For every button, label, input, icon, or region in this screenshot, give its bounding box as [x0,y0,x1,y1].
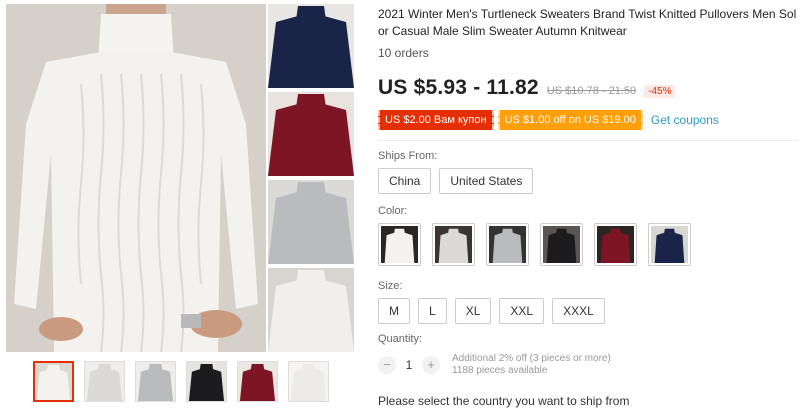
quantity-plus-button[interactable]: + [422,356,440,374]
sweater-thumb-icon [238,362,277,401]
coupon-row: US $2.00 Вам купон US $1.00 off on US $1… [378,110,796,130]
sweater-navy-icon [268,4,354,88]
side-image-navy[interactable] [268,4,354,88]
thumbnail-white[interactable] [33,361,74,402]
current-price: US $5.93 - 11.82 [378,76,539,99]
thumbnail-burgundy[interactable] [237,361,278,402]
thumbnail-strip [33,361,329,402]
color-label: Color: [378,205,408,217]
quantity-section: Quantity: − 1 + Additional 2% off (3 pie… [378,333,611,377]
side-image-column [268,4,354,356]
thumbnail-cream[interactable] [288,361,329,402]
size-option-m[interactable]: M [378,298,410,324]
side-image-burgundy[interactable] [268,92,354,176]
thumbnail-black[interactable] [186,361,227,402]
color-swatch-light-gray[interactable] [432,223,475,266]
quantity-input[interactable]: 1 [396,358,422,372]
product-info-panel: 2021 Winter Men's Turtleneck Sweaters Br… [378,6,796,130]
sweater-white-icon [268,268,354,352]
turtleneck-sweater-image [6,4,266,352]
main-product-image[interactable] [6,4,266,352]
product-title-line1: 2021 Winter Men's Turtleneck Sweaters Br… [378,7,796,21]
color-swatch-white[interactable] [378,223,421,266]
sweater-swatch-icon [489,226,526,263]
size-option-l[interactable]: L [418,298,447,324]
sweater-swatch-icon [543,226,580,263]
color-swatch-gray[interactable] [486,223,529,266]
shipping-note: Please select the country you want to sh… [378,394,630,408]
sweater-swatch-icon [651,226,688,263]
ships-from-label: Ships From: [378,150,438,162]
sweater-thumb-icon [289,362,328,401]
ships-from-option-united-states[interactable]: United States [439,168,534,194]
color-swatch-navy[interactable] [648,223,691,266]
quantity-label: Quantity: [378,333,423,345]
sweater-thumb-icon [35,363,72,400]
quantity-minus-button[interactable]: − [378,356,396,374]
thumbnail-gray[interactable] [135,361,176,402]
size-label: Size: [378,280,403,292]
divider [378,140,798,141]
sweater-thumb-icon [136,362,175,401]
ships-from-section: Ships From: China United States [378,150,534,194]
size-option-xl[interactable]: XL [454,298,492,324]
sweater-thumb-icon [187,362,226,401]
sweater-swatch-icon [381,226,418,263]
thumbnail-light-gray[interactable] [84,361,125,402]
sweater-swatch-icon [597,226,634,263]
side-image-gray[interactable] [268,180,354,264]
sweater-swatch-icon [435,226,472,263]
quantity-info: Additional 2% off (3 pieces or more) 118… [452,353,611,377]
size-option-xxl[interactable]: XXL [499,298,545,324]
sweater-thumb-icon [85,362,124,401]
size-option-xxxl[interactable]: XXXL [552,298,605,324]
color-swatch-black[interactable] [540,223,583,266]
price-row: US $5.93 - 11.82 US $10.78 - 21.50 -45% [378,76,796,100]
bulk-discount-note: Additional 2% off (3 pieces or more) [452,353,611,364]
size-section: Size: M L XL XXL XXXL [378,280,605,324]
select-coupon-badge[interactable]: US $1.00 off on US $19.00 [497,110,643,130]
quantity-stepper: − 1 + Additional 2% off (3 pieces or mor… [378,353,611,377]
orders-count: 10 orders [378,46,429,60]
pieces-available: 1188 pieces available [452,365,548,376]
color-swatch-burgundy[interactable] [594,223,637,266]
original-price: US $10.78 - 21.50 [546,85,637,97]
product-title-line2: or Casual Male Slim Sweater Autumn Knitw… [378,24,627,38]
sweater-burgundy-icon [268,92,354,176]
get-coupons-link[interactable]: Get coupons [651,113,719,127]
sweater-gray-icon [268,180,354,264]
side-image-white[interactable] [268,268,354,352]
discount-badge: -45% [644,85,676,98]
ships-from-option-china[interactable]: China [378,168,432,194]
store-coupon-badge[interactable]: US $2.00 Вам купон [378,110,494,130]
color-section: Color: [378,205,691,266]
